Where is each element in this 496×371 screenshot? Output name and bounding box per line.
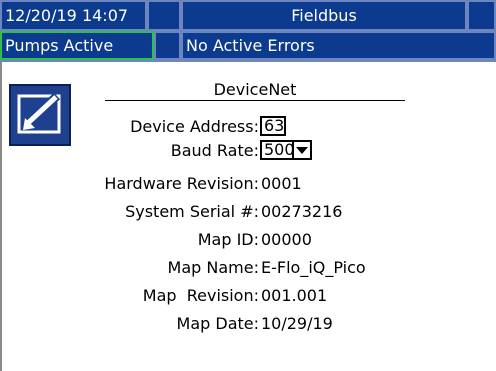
map-revision-row: Map Revision: 001.001 — [0, 284, 496, 308]
device-address-row: Device Address: 63 — [0, 115, 496, 139]
baud-rate-row: Baud Rate: 500 — [0, 139, 496, 163]
map-revision-value: 001.001 — [261, 286, 328, 305]
map-date-label: Map Date: — [176, 314, 259, 333]
pump-status-text: Pumps Active — [5, 35, 114, 55]
map-name-label: Map Name: — [167, 258, 259, 277]
map-name-row: Map Name: E-Flo_iQ_Pico — [0, 256, 496, 280]
panel-title: DeviceNet — [213, 80, 297, 99]
screen-name-text: Fieldbus — [291, 5, 357, 25]
map-date-value: 10/29/19 — [261, 314, 333, 333]
system-serial-label: System Serial #: — [125, 202, 259, 221]
status-blank-cell — [154, 31, 181, 60]
screen-name-tab[interactable]: Fieldbus — [181, 0, 467, 31]
header-blank-cell-1 — [147, 0, 181, 31]
header-separator — [0, 60, 496, 62]
device-address-input[interactable]: 63 — [260, 116, 286, 136]
error-status-text: No Active Errors — [186, 35, 315, 55]
map-name-value: E-Flo_iQ_Pico — [261, 258, 366, 277]
pump-status-indicator: Pumps Active — [0, 31, 154, 60]
system-serial-value: 00273216 — [261, 202, 343, 221]
title-underline — [105, 100, 405, 101]
top-status-bar: 12/20/19 14:07 Fieldbus — [0, 0, 496, 31]
baud-rate-label: Baud Rate: — [170, 141, 259, 160]
system-serial-row: System Serial #: 00273216 — [0, 200, 496, 224]
map-id-label: Map ID: — [197, 230, 259, 249]
hardware-revision-value: 0001 — [261, 174, 302, 193]
chevron-down-icon[interactable] — [294, 140, 312, 160]
map-revision-label: Map Revision: — [142, 286, 259, 305]
device-address-label: Device Address: — [130, 117, 259, 136]
datetime-display: 12/20/19 14:07 — [0, 0, 147, 31]
baud-rate-select[interactable]: 500 — [260, 140, 295, 160]
hardware-revision-row: Hardware Revision: 0001 — [0, 172, 496, 196]
error-status-field: No Active Errors — [181, 31, 496, 60]
map-date-row: Map Date: 10/29/19 — [0, 312, 496, 336]
hardware-revision-label: Hardware Revision: — [104, 174, 259, 193]
datetime-text: 12/20/19 14:07 — [5, 5, 129, 25]
map-id-row: Map ID: 00000 — [0, 228, 496, 252]
header-blank-cell-2 — [467, 0, 496, 31]
map-id-value: 00000 — [261, 230, 312, 249]
second-status-bar: Pumps Active No Active Errors — [0, 31, 496, 60]
